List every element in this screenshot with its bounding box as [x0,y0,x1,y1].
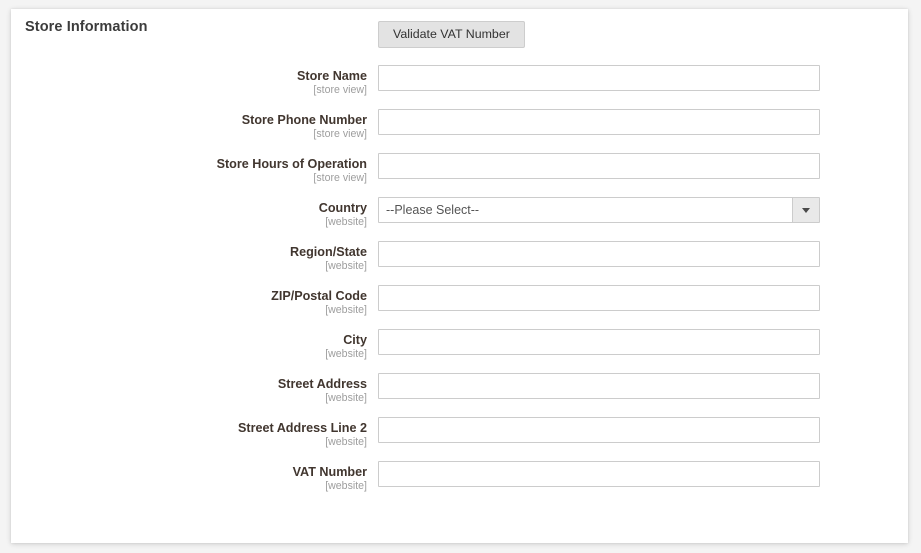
chevron-down-glyph [802,207,810,213]
field-label: City [website] [11,333,367,361]
text-input[interactable] [378,461,820,487]
field-label-text: Region/State [290,245,367,259]
field-label-text: City [343,333,367,347]
chevron-down-icon[interactable] [792,198,819,222]
field-scope-text: [store view] [313,128,367,141]
field-control [378,153,820,179]
text-input[interactable] [378,373,820,399]
field-label-text: VAT Number [292,465,367,479]
form-field-row: Store Hours of Operation [store view] [11,153,908,197]
form-field-row: Region/State [website] [11,241,908,285]
field-scope-text: [store view] [313,84,367,97]
field-scope-text: [website] [325,480,367,493]
form-actions: Validate VAT Number [11,21,908,61]
field-label-text: Store Hours of Operation [216,157,367,171]
field-label: Region/State [website] [11,245,367,273]
form-field-row: VAT Number [website] [11,461,908,505]
field-label: Street Address [website] [11,377,367,405]
field-control [378,417,820,443]
field-label: Store Name [store view] [11,69,367,97]
text-input[interactable] [378,153,820,179]
field-label-text: ZIP/Postal Code [271,289,367,303]
form-field-row: Street Address [website] [11,373,908,417]
text-input[interactable] [378,109,820,135]
text-input[interactable] [378,65,820,91]
field-control [378,241,820,267]
form-field-row: City [website] [11,329,908,373]
field-control [378,285,820,311]
form-field-row: Store Name [store view] [11,65,908,109]
field-label: Store Phone Number [store view] [11,113,367,141]
store-information-form: Store Name [store view] Store Phone Number… [11,65,908,505]
text-input[interactable] [378,417,820,443]
validate-vat-number-button[interactable]: Validate VAT Number [378,21,525,48]
field-control [378,109,820,135]
field-label: Street Address Line 2 [website] [11,421,367,449]
field-scope-text: [website] [325,436,367,449]
field-label: Country [website] [11,201,367,229]
form-field-row: Street Address Line 2 [website] [11,417,908,461]
field-label: Store Hours of Operation [store view] [11,157,367,185]
form-field-row: Country [website] --Please Select-- [11,197,908,241]
field-label: VAT Number [website] [11,465,367,493]
field-control [378,65,820,91]
field-control: --Please Select-- [378,197,820,223]
field-scope-text: [website] [325,260,367,273]
field-scope-text: [website] [325,216,367,229]
field-scope-text: [store view] [313,172,367,185]
settings-page: Store Information Store Name [store view]… [0,0,921,553]
text-input[interactable] [378,241,820,267]
form-field-row: Store Phone Number [store view] [11,109,908,153]
country-select[interactable]: --Please Select-- [378,197,820,223]
field-control [378,461,820,487]
field-label-text: Store Name [297,69,367,83]
form-field-row: ZIP/Postal Code [website] [11,285,908,329]
store-information-panel: Store Information Store Name [store view]… [11,9,908,543]
country-select-value: --Please Select-- [386,203,480,217]
field-label-text: Street Address [277,377,367,391]
field-scope-text: [website] [325,348,367,361]
field-label-text: Country [318,201,367,215]
field-scope-text: [website] [325,304,367,317]
field-control [378,373,820,399]
field-scope-text: [website] [325,392,367,405]
field-label-text: Store Phone Number [241,113,367,127]
text-input[interactable] [378,329,820,355]
field-control [378,329,820,355]
field-label-text: Street Address Line 2 [237,421,367,435]
text-input[interactable] [378,285,820,311]
field-label: ZIP/Postal Code [website] [11,289,367,317]
